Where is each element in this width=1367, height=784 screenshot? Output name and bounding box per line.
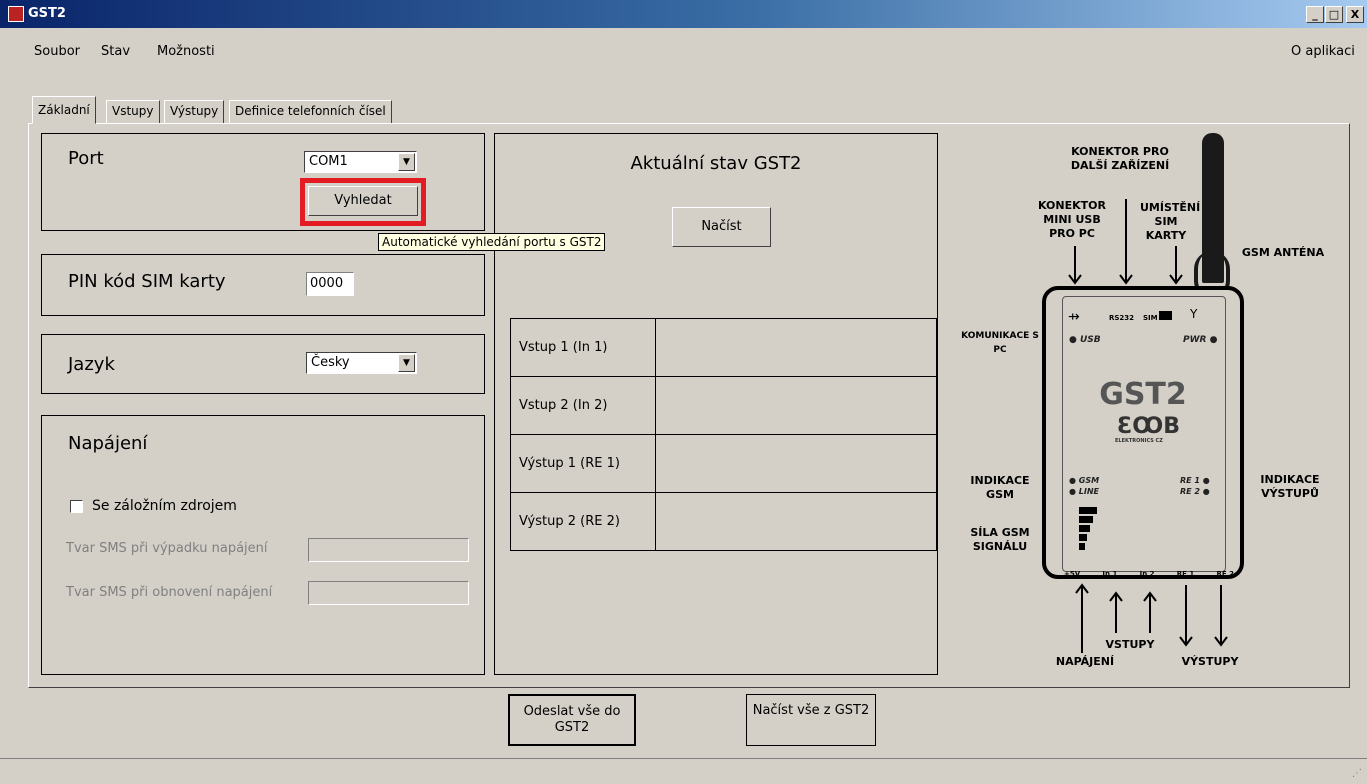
minimize-button[interactable]: _ (1306, 6, 1324, 23)
close-button[interactable]: X (1346, 6, 1364, 23)
arrow-re1-icon (1179, 585, 1193, 647)
status-bar (0, 758, 1367, 784)
status-title: Aktuální stav GST2 (630, 153, 802, 174)
arrows-overlay (1068, 199, 1228, 653)
load-button[interactable]: Načíst (672, 207, 771, 247)
arrow-in1-icon (1109, 591, 1123, 633)
tab-definice[interactable]: Definice telefonních čísel (229, 100, 392, 124)
backup-checkbox[interactable] (70, 500, 83, 513)
send-all-button[interactable]: Odeslat vše do GST2 (508, 694, 636, 746)
pin-label: PIN kód SIM karty (68, 271, 226, 292)
arrow-usb-icon (1068, 246, 1082, 285)
menu-stav[interactable]: Stav (101, 44, 130, 59)
tab-vstupy[interactable]: Vstupy (106, 100, 160, 124)
load-all-button[interactable]: Načíst vše z GST2 (746, 694, 876, 746)
sms-fail-input[interactable] (308, 538, 469, 562)
chevron-down-icon[interactable]: ▼ (398, 153, 415, 171)
sms-restore-input[interactable] (308, 581, 469, 605)
port-label: Port (68, 148, 104, 169)
row-label: Vstup 1 (In 1) (510, 318, 656, 377)
maximize-button[interactable]: □ (1325, 6, 1343, 23)
arrow-sim-icon (1169, 246, 1183, 285)
language-value: Česky (311, 355, 350, 370)
port-value: COM1 (309, 154, 348, 169)
row-value (655, 434, 937, 493)
row-value (655, 318, 937, 377)
table-row: Vstup 2 (In 2) (510, 376, 937, 435)
tab-vystupy[interactable]: Výstupy (164, 100, 225, 124)
row-label: Vstup 2 (In 2) (510, 376, 656, 435)
language-select[interactable]: Česky ▼ (306, 352, 417, 374)
app-icon (8, 6, 24, 22)
arrow-re2-icon (1214, 585, 1228, 647)
power-label: Napájení (68, 433, 148, 454)
tooltip: Automatické vyhledání portu s GST2 (378, 233, 606, 251)
menu-soubor[interactable]: Soubor (34, 44, 80, 59)
sms-fail-label: Tvar SMS při výpadku napájení (66, 541, 268, 556)
arrow-connector-icon (1119, 199, 1133, 285)
row-value (655, 376, 937, 435)
language-label: Jazyk (68, 354, 115, 375)
device-diagram: ⇸ RS232 SIM Y ● USB PWR ● GST2 ƐꝎB ELEKT… (950, 133, 1345, 678)
table-row: Výstup 1 (RE 1) (510, 434, 937, 493)
menu-moznosti[interactable]: Možnosti (157, 44, 215, 59)
chevron-down-icon[interactable]: ▼ (398, 354, 415, 372)
tab-zakladni[interactable]: Základní (32, 96, 96, 124)
menu-about[interactable]: O aplikaci (1291, 44, 1355, 59)
row-label: Výstup 2 (RE 2) (510, 492, 656, 551)
row-value (655, 492, 937, 551)
title-bar: GST2 _ □ X (0, 0, 1367, 28)
row-label: Výstup 1 (RE 1) (510, 434, 656, 493)
arrow-in2-icon (1143, 591, 1157, 633)
arrow-power-icon (1075, 583, 1089, 653)
port-select[interactable]: COM1 ▼ (304, 151, 417, 173)
table-row: Výstup 2 (RE 2) (510, 492, 937, 551)
pin-input[interactable]: 0000 (306, 272, 354, 296)
table-row: Vstup 1 (In 1) (510, 318, 937, 377)
status-table: Vstup 1 (In 1) Vstup 2 (In 2) Výstup 1 (… (510, 318, 937, 551)
backup-checkbox-label: Se záložním zdrojem (92, 498, 237, 514)
search-button[interactable]: Vyhledat (308, 186, 418, 216)
window-title: GST2 (28, 6, 66, 21)
sms-restore-label: Tvar SMS při obnovení napájení (66, 585, 273, 600)
resize-grip-icon[interactable]: ⋰ (1352, 768, 1362, 779)
